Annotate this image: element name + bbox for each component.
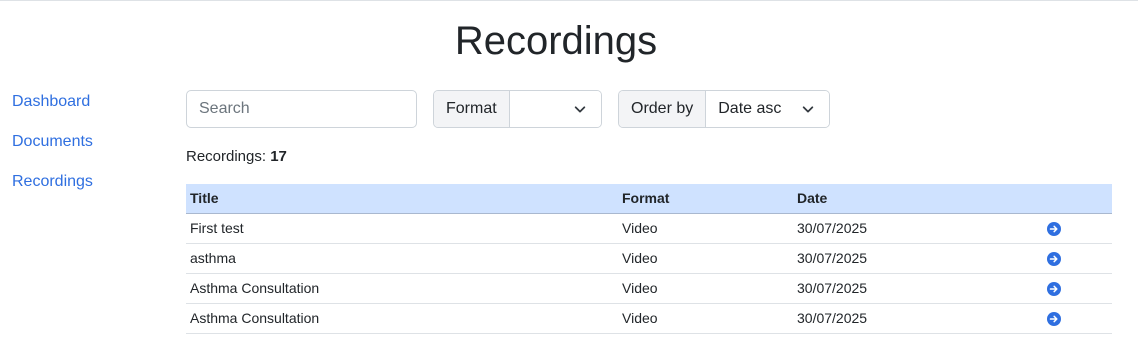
column-header-format: Format bbox=[618, 184, 793, 214]
order-by-filter: Order by Date asc bbox=[618, 90, 830, 128]
table-row: Asthma Consultation Video 30/07/2025 bbox=[186, 273, 1112, 304]
sidebar-item-documents[interactable]: Documents bbox=[12, 132, 162, 172]
row-action-cell bbox=[1043, 213, 1112, 244]
row-action-cell bbox=[1043, 243, 1112, 274]
row-date: 30/07/2025 bbox=[793, 213, 1043, 244]
arrow-right-circle-icon[interactable] bbox=[1047, 222, 1061, 237]
row-title: Asthma Consultation bbox=[186, 273, 618, 304]
order-by-label: Order by bbox=[619, 91, 707, 127]
chevron-down-icon bbox=[802, 106, 814, 113]
table-row: First test Video 30/07/2025 bbox=[186, 213, 1112, 244]
table-header-row: Title Format Date bbox=[186, 184, 1112, 214]
sidebar-item-dashboard[interactable]: Dashboard bbox=[12, 92, 162, 132]
search-input[interactable] bbox=[186, 90, 417, 128]
sidebar-nav: Dashboard Documents Recordings bbox=[12, 92, 162, 212]
sidebar-item-recordings[interactable]: Recordings bbox=[12, 172, 162, 212]
column-header-action bbox=[1043, 184, 1112, 214]
format-label: Format bbox=[434, 91, 510, 127]
row-title: Asthma Consultation bbox=[186, 303, 618, 334]
recordings-count-label: Recordings: bbox=[186, 148, 267, 165]
chevron-down-icon bbox=[574, 106, 586, 113]
recordings-count-value: 17 bbox=[270, 148, 287, 165]
page-title: Recordings bbox=[454, 19, 658, 63]
column-header-date: Date bbox=[793, 184, 1043, 214]
page: Recordings Dashboard Documents Recording… bbox=[0, 0, 1138, 338]
row-format: Video bbox=[618, 243, 793, 274]
table-row: Asthma Consultation Video 30/07/2025 bbox=[186, 303, 1112, 334]
row-date: 30/07/2025 bbox=[793, 273, 1043, 304]
row-title: asthma bbox=[186, 243, 618, 274]
recordings-count: Recordings: 17 bbox=[186, 148, 287, 165]
arrow-right-circle-icon[interactable] bbox=[1047, 252, 1061, 267]
format-select[interactable] bbox=[509, 91, 601, 127]
table-row: asthma Video 30/07/2025 bbox=[186, 243, 1112, 274]
row-format: Video bbox=[618, 273, 793, 304]
row-action-cell bbox=[1043, 273, 1112, 304]
row-format: Video bbox=[618, 303, 793, 334]
recordings-table: Title Format Date First test Video 30/07… bbox=[186, 184, 1112, 334]
row-title: First test bbox=[186, 213, 618, 244]
row-format: Video bbox=[618, 213, 793, 244]
format-filter: Format bbox=[433, 90, 602, 128]
arrow-right-circle-icon[interactable] bbox=[1047, 312, 1061, 327]
column-header-title: Title bbox=[186, 184, 618, 214]
row-date: 30/07/2025 bbox=[793, 303, 1043, 334]
row-action-cell bbox=[1043, 303, 1112, 334]
order-by-select[interactable]: Date asc bbox=[706, 91, 829, 127]
row-date: 30/07/2025 bbox=[793, 243, 1043, 274]
order-by-select-value: Date asc bbox=[718, 100, 782, 117]
arrow-right-circle-icon[interactable] bbox=[1047, 282, 1061, 297]
filter-bar: Format Order by Date asc bbox=[186, 90, 830, 128]
